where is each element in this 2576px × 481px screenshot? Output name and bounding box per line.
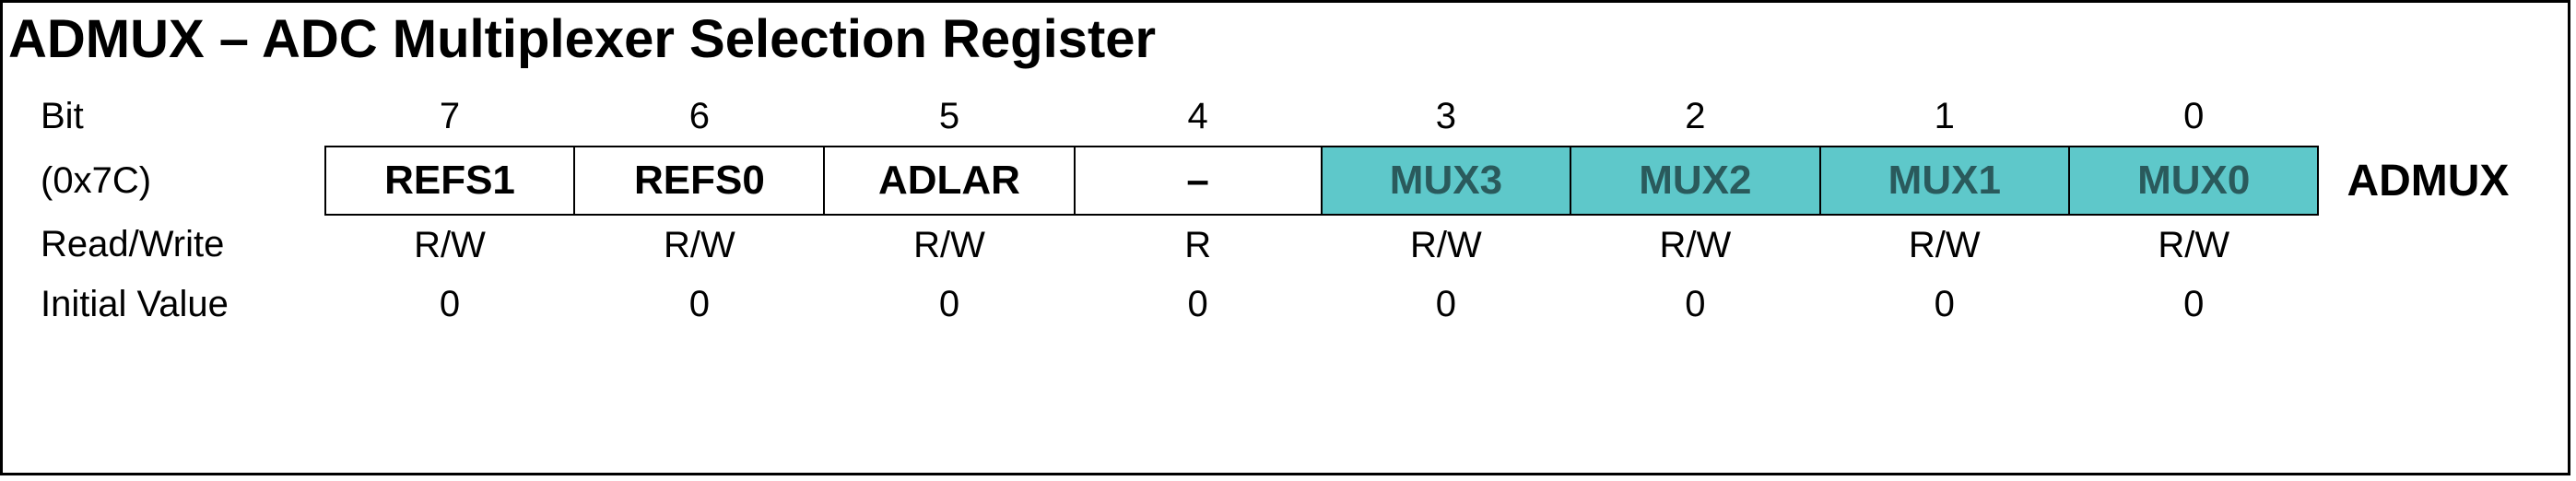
iv-4: 0: [1075, 275, 1322, 334]
bit-refs1: REFS1: [325, 147, 575, 215]
read-write-row: Read/Write R/W R/W R/W R R/W R/W R/W R/W: [40, 215, 2568, 275]
bit-num-2: 2: [1570, 87, 1819, 147]
bit-number-row: Bit 7 6 5 4 3 2 1 0: [40, 87, 2568, 147]
register-name-label: ADMUX: [2318, 147, 2568, 215]
bit-row-label: Bit: [40, 87, 325, 147]
iv-0: 0: [2069, 275, 2318, 334]
rw-6: R/W: [574, 215, 824, 275]
register-table: Bit 7 6 5 4 3 2 1 0 (0x7C) REFS1 REFS0 A…: [40, 87, 2568, 334]
bit-num-0: 0: [2069, 87, 2318, 147]
rw-row-label: Read/Write: [40, 215, 325, 275]
rw-5: R/W: [824, 215, 1074, 275]
bit-reserved: –: [1075, 147, 1322, 215]
rw-4: R: [1075, 215, 1322, 275]
iv-1: 0: [1820, 275, 2069, 334]
bit-num-4: 4: [1075, 87, 1322, 147]
bit-num-6: 6: [574, 87, 824, 147]
rw-3: R/W: [1322, 215, 1570, 275]
iv-3: 0: [1322, 275, 1570, 334]
bit-name-row: (0x7C) REFS1 REFS0 ADLAR – MUX3 MUX2 MUX…: [40, 147, 2568, 215]
bit-mux2: MUX2: [1570, 147, 1819, 215]
rw-1: R/W: [1820, 215, 2069, 275]
rw-7: R/W: [325, 215, 575, 275]
bit-num-7: 7: [325, 87, 575, 147]
register-diagram: ADMUX – ADC Multiplexer Selection Regist…: [0, 0, 2570, 475]
iv-6: 0: [574, 275, 824, 334]
bit-mux1: MUX1: [1820, 147, 2069, 215]
bit-num-3: 3: [1322, 87, 1570, 147]
iv-2: 0: [1570, 275, 1819, 334]
iv-5: 0: [824, 275, 1074, 334]
bit-num-5: 5: [824, 87, 1074, 147]
bit-num-1: 1: [1820, 87, 2069, 147]
initial-value-row: Initial Value 0 0 0 0 0 0 0 0: [40, 275, 2568, 334]
rw-2: R/W: [1570, 215, 1819, 275]
bit-refs0: REFS0: [574, 147, 824, 215]
initial-row-label: Initial Value: [40, 275, 325, 334]
bit-mux3: MUX3: [1322, 147, 1570, 215]
iv-7: 0: [325, 275, 575, 334]
rw-0: R/W: [2069, 215, 2318, 275]
address-label: (0x7C): [40, 147, 325, 215]
bit-adlar: ADLAR: [824, 147, 1074, 215]
bit-mux0: MUX0: [2069, 147, 2318, 215]
page-title: ADMUX – ADC Multiplexer Selection Regist…: [3, 3, 2568, 87]
register-table-wrap: Bit 7 6 5 4 3 2 1 0 (0x7C) REFS1 REFS0 A…: [3, 87, 2568, 334]
